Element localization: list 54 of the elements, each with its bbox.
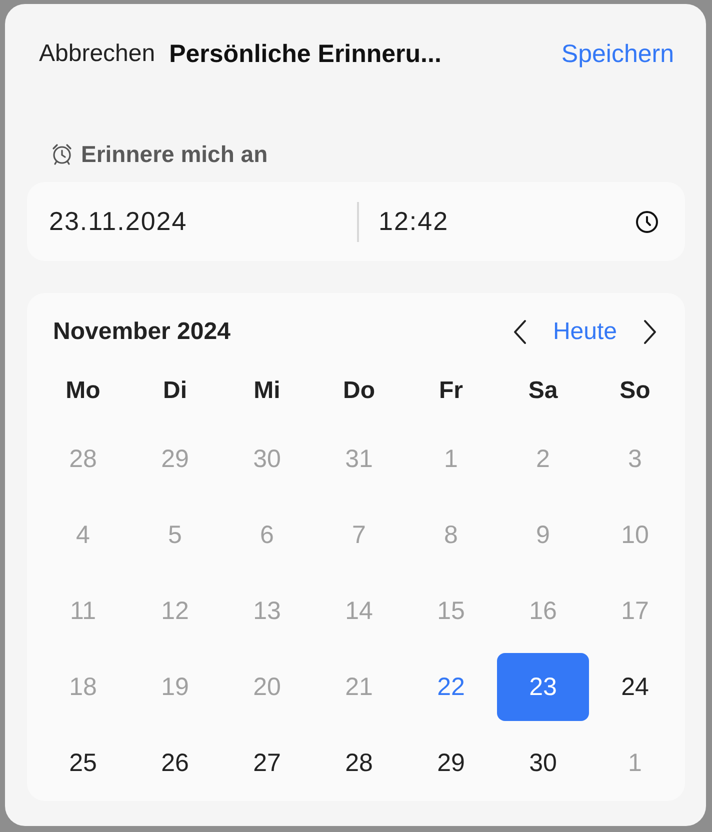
calendar-day[interactable]: 25 (37, 729, 129, 797)
calendar-day[interactable]: 8 (405, 501, 497, 569)
save-button[interactable]: Speichern (561, 40, 674, 68)
weekday-label: Mo (66, 377, 100, 405)
calendar-day[interactable]: 1 (589, 729, 681, 797)
calendar-day[interactable]: 14 (313, 577, 405, 645)
weekday-label: So (620, 377, 650, 405)
calendar-day[interactable]: 2 (497, 425, 589, 493)
chevron-right-icon[interactable] (643, 319, 657, 345)
weekday-label: Fr (439, 377, 463, 405)
alarm-clock-icon (51, 142, 73, 166)
calendar-day[interactable]: 10 (589, 501, 681, 569)
weekday-label: Do (343, 377, 375, 405)
calendar-day[interactable]: 9 (497, 501, 589, 569)
time-field[interactable]: 12:42 (378, 206, 635, 237)
calendar-day[interactable]: 31 (313, 425, 405, 493)
calendar-day[interactable]: 4 (37, 501, 129, 569)
calendar-day[interactable]: 7 (313, 501, 405, 569)
weekday-label: Mi (254, 377, 280, 405)
weekday-label: Sa (528, 377, 558, 405)
calendar-day[interactable]: 13 (221, 577, 313, 645)
calendar-day[interactable]: 19 (129, 653, 221, 721)
calendar-day[interactable]: 26 (129, 729, 221, 797)
calendar-day[interactable]: 16 (497, 577, 589, 645)
calendar-day[interactable]: 6 (221, 501, 313, 569)
chevron-left-icon[interactable] (512, 319, 527, 345)
calendar-day[interactable]: 22 (405, 653, 497, 721)
calendar-day[interactable]: 23 (497, 653, 589, 721)
calendar-day[interactable]: 5 (129, 501, 221, 569)
calendar-day[interactable]: 28 (313, 729, 405, 797)
section-label: Erinnere mich an (81, 140, 268, 168)
calendar-day[interactable]: 29 (129, 425, 221, 493)
calendar-day[interactable]: 29 (405, 729, 497, 797)
calendar-day[interactable]: 20 (221, 653, 313, 721)
today-button[interactable]: Heute (552, 318, 617, 346)
cancel-button[interactable]: Abbrechen (39, 40, 156, 68)
calendar-day[interactable]: 11 (37, 577, 129, 645)
calendar-day[interactable]: 30 (497, 729, 589, 797)
clock-icon[interactable] (635, 210, 659, 234)
calendar-day[interactable]: 30 (221, 425, 313, 493)
month-title: November 2024 (53, 318, 232, 346)
calendar-day[interactable]: 21 (313, 653, 405, 721)
date-field[interactable]: 23.11.2024 (49, 206, 357, 237)
calendar-day[interactable]: 17 (589, 577, 681, 645)
weekday-label: Di (163, 377, 187, 405)
calendar-day[interactable]: 12 (129, 577, 221, 645)
calendar-day[interactable]: 28 (37, 425, 129, 493)
calendar-day[interactable]: 27 (221, 729, 313, 797)
calendar-day[interactable]: 24 (589, 653, 681, 721)
dialog-title: Persönliche Erinneru... (169, 40, 442, 68)
calendar-day[interactable]: 18 (37, 653, 129, 721)
calendar-day[interactable]: 1 (405, 425, 497, 493)
calendar-day[interactable]: 15 (405, 577, 497, 645)
calendar-day[interactable]: 3 (589, 425, 681, 493)
